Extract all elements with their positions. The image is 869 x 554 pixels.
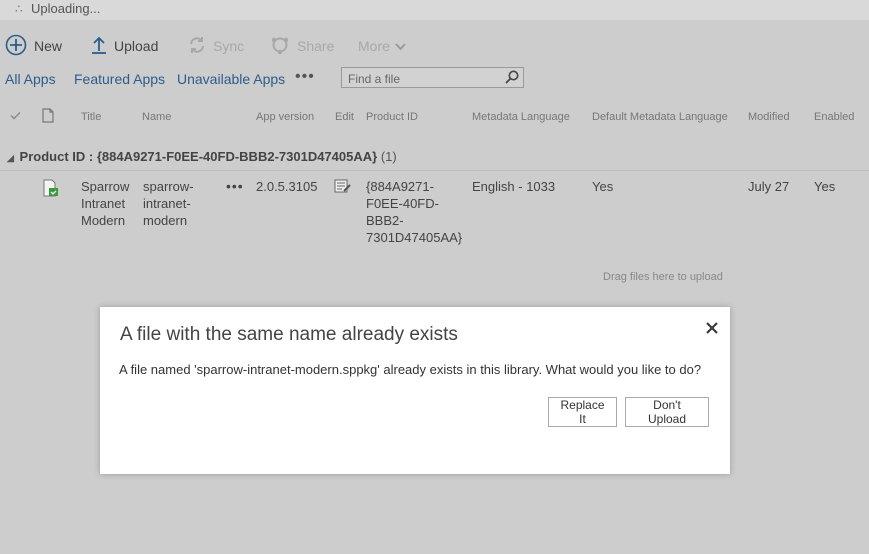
column-header-modified[interactable]: Modified xyxy=(748,111,790,123)
select-all-checkmark-icon[interactable] xyxy=(10,111,21,123)
group-header[interactable]: ◢ Product ID : {884A9271-F0EE-40FD-BBB2-… xyxy=(7,149,397,164)
new-button[interactable]: New xyxy=(5,34,63,59)
close-icon[interactable] xyxy=(703,319,721,337)
column-header-edit[interactable]: Edit xyxy=(335,111,354,123)
column-header-default-metadata-language[interactable]: Default Metadata Language xyxy=(592,111,728,123)
column-header-enabled[interactable]: Enabled xyxy=(814,111,854,123)
chevron-down-icon xyxy=(395,38,406,54)
group-count: (1) xyxy=(380,149,397,164)
column-header-title[interactable]: Title xyxy=(81,111,101,123)
row-app-version: 2.0.5.3105 xyxy=(256,179,318,194)
column-header-app-version[interactable]: App version xyxy=(256,111,314,123)
file-exists-dialog: A file with the same name already exists… xyxy=(100,307,730,474)
dialog-message: A file named 'sparrow-intranet-modern.sp… xyxy=(119,362,702,377)
upload-arrow-icon xyxy=(91,35,107,58)
collapse-triangle-icon[interactable]: ◢ xyxy=(7,153,14,163)
spinner-icon: ∴ xyxy=(15,2,23,16)
search-icon[interactable] xyxy=(505,70,519,87)
share-icon xyxy=(270,35,290,58)
group-divider xyxy=(0,170,869,171)
upload-button-label: Upload xyxy=(114,38,159,54)
search-input[interactable]: Find a file xyxy=(341,67,524,88)
row-modified: July 27 xyxy=(748,179,790,194)
sync-button[interactable]: Sync xyxy=(188,36,244,56)
dont-upload-button[interactable]: Don't Upload xyxy=(625,397,709,427)
column-header-name[interactable]: Name xyxy=(142,111,171,123)
share-button[interactable]: Share xyxy=(270,36,334,56)
drag-files-hint: Drag files here to upload xyxy=(603,271,723,283)
group-header-label: Product ID : {884A9271-F0EE-40FD-BBB2-73… xyxy=(19,149,378,164)
dialog-title: A file with the same name already exists xyxy=(120,324,458,345)
new-button-label: New xyxy=(34,38,63,54)
replace-it-button[interactable]: Replace It xyxy=(548,397,617,427)
share-button-label: Share xyxy=(297,38,335,54)
upload-status-text: Uploading... xyxy=(31,1,101,16)
app-package-icon xyxy=(43,179,59,201)
column-header-product-id[interactable]: Product ID xyxy=(366,111,418,123)
edit-properties-icon[interactable] xyxy=(334,178,351,198)
file-type-icon xyxy=(42,108,54,126)
more-button[interactable]: More xyxy=(358,36,406,56)
row-name-link[interactable]: sparrow- intranet- modern xyxy=(143,178,194,229)
tab-unavailable-apps[interactable]: Unavailable Apps xyxy=(177,71,285,87)
more-views-dots[interactable]: ••• xyxy=(295,68,315,86)
upload-button[interactable]: Upload xyxy=(91,36,158,56)
tab-all-apps[interactable]: All Apps xyxy=(5,71,56,87)
sync-icon xyxy=(188,36,206,57)
more-button-label: More xyxy=(358,38,390,54)
row-enabled: Yes xyxy=(814,179,836,194)
plus-circle-icon xyxy=(5,34,27,59)
search-placeholder: Find a file xyxy=(348,72,401,86)
column-header-metadata-language[interactable]: Metadata Language xyxy=(472,111,570,123)
tab-featured-apps[interactable]: Featured Apps xyxy=(74,71,165,87)
row-product-id: {884A9271- F0EE-40FD- BBB2- 7301D47405AA… xyxy=(366,179,463,245)
upload-status-bar: ∴ Uploading... xyxy=(0,0,869,20)
row-metadata-language: English - 1033 xyxy=(472,179,556,194)
row-more-actions[interactable]: ••• xyxy=(226,178,244,194)
row-title[interactable]: Sparrow Intranet Modern xyxy=(81,178,129,229)
sync-button-label: Sync xyxy=(213,38,245,54)
row-default-metadata-language: Yes xyxy=(592,179,614,194)
